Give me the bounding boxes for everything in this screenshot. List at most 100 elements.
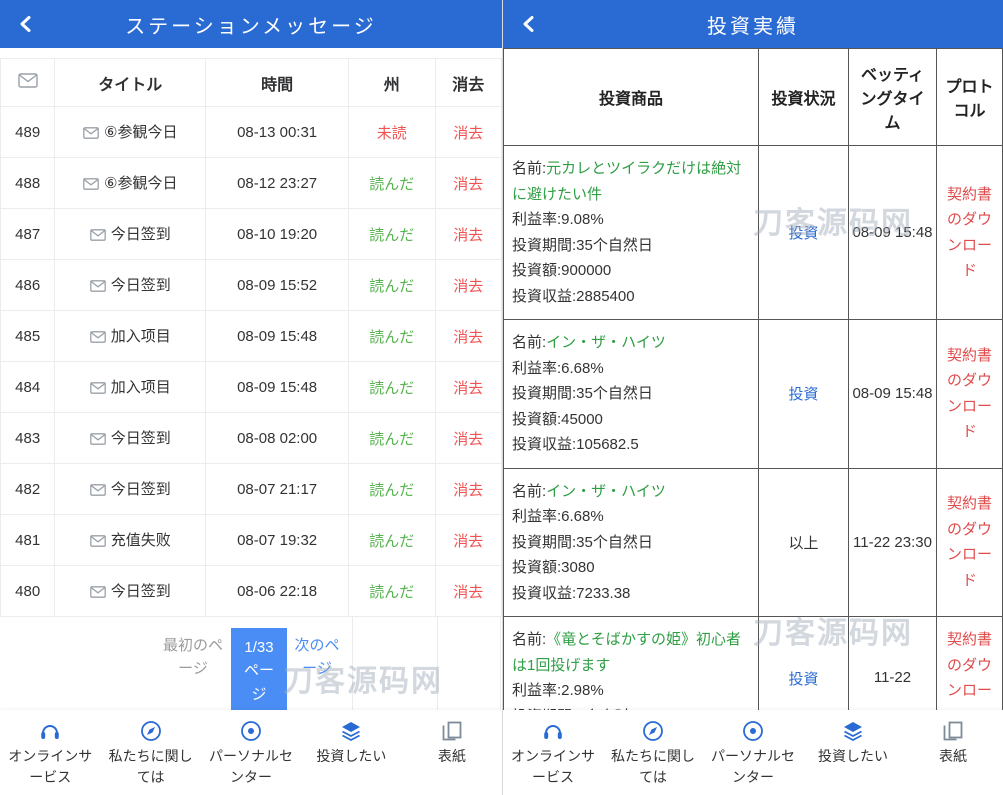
next-page-button[interactable]: 次のページ (294, 628, 340, 710)
message-title[interactable]: 加入项目 (111, 379, 171, 396)
delete-button[interactable]: 消去 (453, 533, 483, 550)
delete-button[interactable]: 消去 (453, 482, 483, 499)
message-state: 読んだ (349, 260, 436, 311)
message-title[interactable]: 今日签到 (111, 583, 171, 600)
col-header-status: 投資状況 (759, 49, 849, 146)
message-delete-cell[interactable]: 消去 (435, 362, 501, 413)
message-delete-cell[interactable]: 消去 (435, 209, 501, 260)
nav-personal-center[interactable]: パーソナルセンター (703, 719, 803, 795)
message-delete-cell[interactable]: 消去 (435, 413, 501, 464)
message-id: 484 (1, 362, 55, 413)
invest-period: 投資期間:35个自然日 (512, 381, 750, 407)
message-title-cell[interactable]: 今日签到 (55, 209, 206, 260)
contract-download-link[interactable]: 契約書のダウンロード (947, 495, 992, 589)
message-title-cell[interactable]: 今日签到 (55, 566, 206, 617)
message-title-cell[interactable]: 加入项目 (55, 362, 206, 413)
message-id: 487 (1, 209, 55, 260)
envelope-icon (83, 126, 99, 143)
col-header-title: タイトル (55, 59, 206, 107)
nav-cover[interactable]: 表紙 (402, 719, 502, 795)
message-title[interactable]: 今日签到 (111, 430, 171, 447)
nav-invest[interactable]: 投資したい (803, 719, 903, 795)
message-title-cell[interactable]: ⑥参観今日 (55, 107, 206, 158)
message-title[interactable]: 充值失败 (111, 532, 171, 549)
app: ステーションメッセージ タイトル 時間 州 消去 (0, 0, 1003, 795)
col-header-product: 投資商品 (504, 49, 759, 146)
protocol-cell[interactable]: 契約書のダウンロード (937, 146, 1003, 320)
nav-invest[interactable]: 投資したい (301, 719, 401, 795)
message-table: タイトル 時間 州 消去 489 (0, 58, 502, 617)
message-delete-cell[interactable]: 消去 (435, 107, 501, 158)
message-title-cell[interactable]: 今日签到 (55, 464, 206, 515)
delete-button[interactable]: 消去 (453, 431, 483, 448)
envelope-icon (90, 585, 106, 602)
nav-label: 表紙 (909, 746, 997, 767)
message-title-cell[interactable]: 加入项目 (55, 311, 206, 362)
col-header-delete: 消去 (435, 59, 501, 107)
invest-amount: 投資額:45000 (512, 407, 750, 433)
nav-label: オンラインサービス (509, 746, 597, 788)
product-name: イン・ザ・ハイツ (546, 334, 666, 351)
message-state: 読んだ (349, 464, 436, 515)
left-appbar: ステーションメッセージ (0, 0, 502, 48)
message-title-cell[interactable]: 充值失败 (55, 515, 206, 566)
message-row: 480 今日签到 08-06 22:18 読んだ 消去 (1, 566, 502, 617)
back-button[interactable] (16, 0, 36, 48)
delete-button[interactable]: 消去 (453, 380, 483, 397)
back-button[interactable] (519, 0, 539, 48)
message-title[interactable]: 今日签到 (111, 277, 171, 294)
delete-button[interactable]: 消去 (453, 329, 483, 346)
message-title-cell[interactable]: 今日签到 (55, 260, 206, 311)
status-link[interactable]: 投資 (788, 225, 818, 242)
message-time: 08-13 00:31 (206, 107, 349, 158)
nav-personal-center[interactable]: パーソナルセンター (201, 719, 301, 795)
product-name-line: 名前:《竜とそばかすの姫》初心者は1回投げます (512, 627, 750, 678)
protocol-cell[interactable]: 契約書のダウンロード (937, 468, 1003, 617)
message-delete-cell[interactable]: 消去 (435, 515, 501, 566)
nav-about-us[interactable]: 私たちに関しては (603, 719, 703, 795)
message-title[interactable]: 加入项目 (111, 328, 171, 345)
contract-download-link[interactable]: 契約書のダウンロード (947, 186, 992, 280)
delete-button[interactable]: 消去 (453, 227, 483, 244)
nav-cover[interactable]: 表紙 (903, 719, 1003, 795)
message-title[interactable]: ⑥参観今日 (104, 124, 177, 141)
nav-online-service[interactable]: オンラインサービス (0, 719, 100, 795)
nav-label: オンラインサービス (6, 746, 94, 788)
message-delete-cell[interactable]: 消去 (435, 260, 501, 311)
message-id: 488 (1, 158, 55, 209)
delete-button[interactable]: 消去 (453, 125, 483, 142)
status-link[interactable]: 投資 (788, 386, 818, 403)
message-title-cell[interactable]: ⑥参観今日 (55, 158, 206, 209)
first-page-button[interactable]: 最初のページ (162, 628, 224, 710)
delete-button[interactable]: 消去 (453, 584, 483, 601)
delete-button[interactable]: 消去 (453, 278, 483, 295)
status-link[interactable]: 投資 (788, 671, 818, 688)
message-id: 482 (1, 464, 55, 515)
message-delete-cell[interactable]: 消去 (435, 566, 501, 617)
nav-online-service[interactable]: オンラインサービス (503, 719, 603, 795)
message-state: 読んだ (349, 311, 436, 362)
message-state: 読んだ (349, 413, 436, 464)
product-name: イン・ザ・ハイツ (546, 483, 666, 500)
status-link[interactable]: 以上 (788, 535, 818, 552)
nav-label: パーソナルセンター (709, 746, 797, 788)
contract-download-link[interactable]: 契約書のダウンロード (947, 347, 992, 441)
message-delete-cell[interactable]: 消去 (435, 311, 501, 362)
headset-icon (541, 719, 565, 743)
message-delete-cell[interactable]: 消去 (435, 158, 501, 209)
product-name-line: 名前:元カレとツイラクだけは絶対に避けたい件 (512, 156, 750, 207)
delete-button[interactable]: 消去 (453, 176, 483, 193)
message-title[interactable]: 今日签到 (111, 481, 171, 498)
invest-period: 投資期間:35个自然日 (512, 530, 750, 556)
message-title-cell[interactable]: 今日签到 (55, 413, 206, 464)
protocol-cell[interactable]: 契約書のダウンロード (937, 320, 1003, 469)
nav-about-us[interactable]: 私たちに関しては (100, 719, 200, 795)
betting-time: 11-22 23:30 (849, 468, 937, 617)
chevron-left-icon (519, 14, 539, 34)
message-title[interactable]: 今日签到 (111, 226, 171, 243)
message-state: 読んだ (349, 209, 436, 260)
status-cell: 以上 (759, 468, 849, 617)
profit-rate: 利益率:6.68% (512, 504, 750, 530)
message-title[interactable]: ⑥参観今日 (104, 175, 177, 192)
message-delete-cell[interactable]: 消去 (435, 464, 501, 515)
